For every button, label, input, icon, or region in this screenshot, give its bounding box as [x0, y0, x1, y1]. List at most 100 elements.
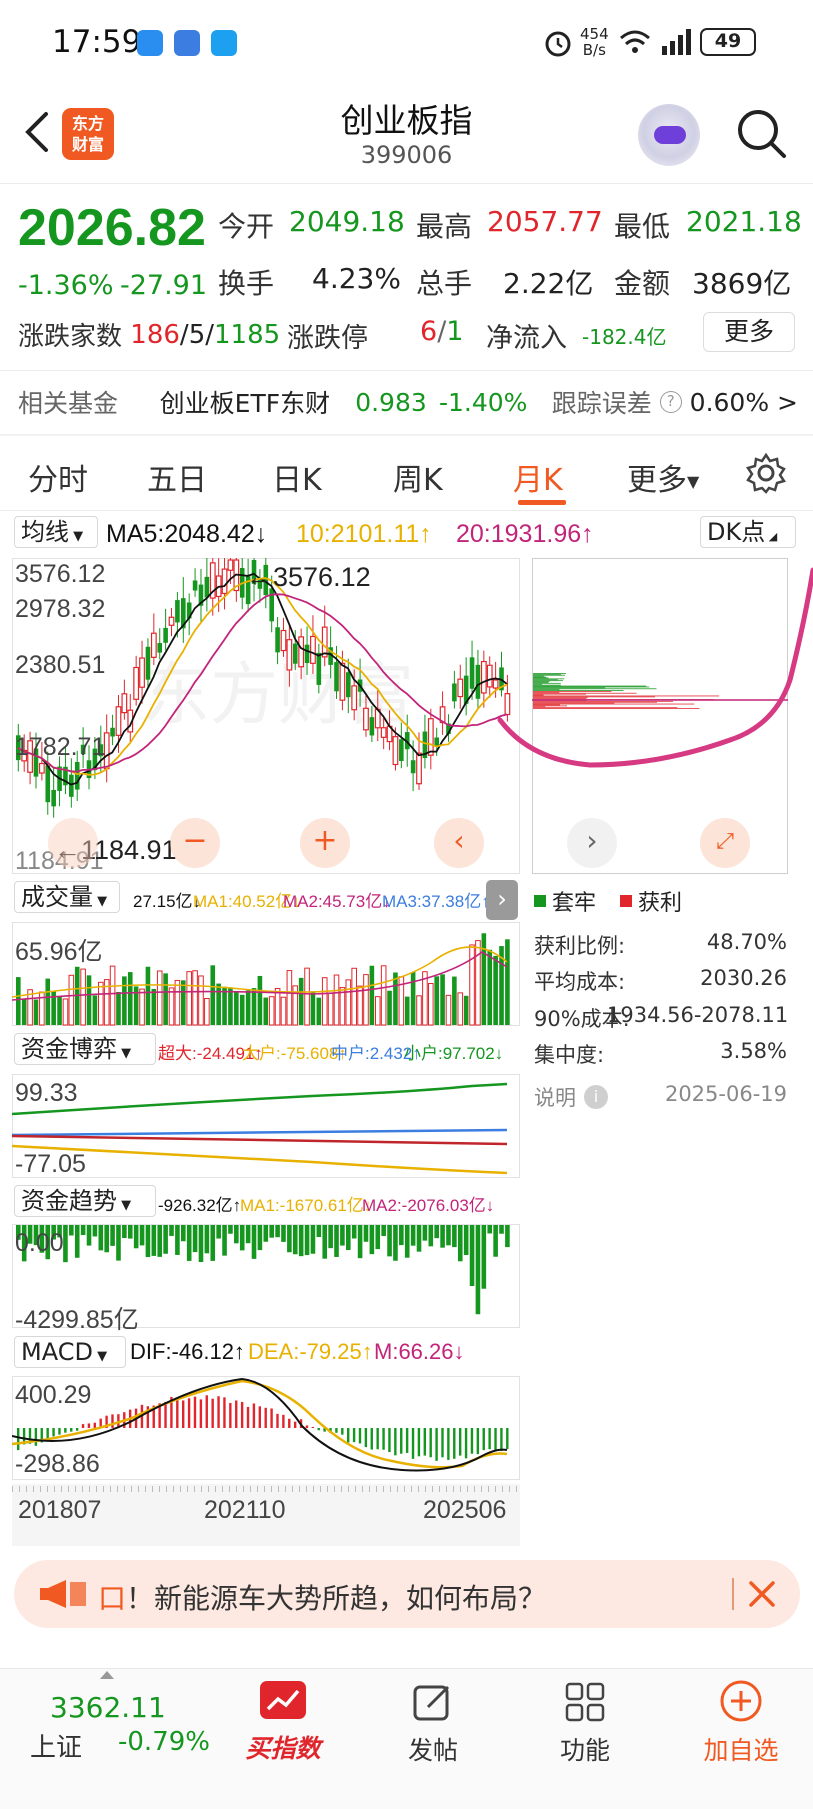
- trend-bar: [357, 1225, 363, 1259]
- alarm-icon: [545, 31, 571, 57]
- macd-bar: [217, 1396, 220, 1428]
- flat-count: 5: [188, 319, 206, 350]
- macd-bar: [199, 1399, 203, 1428]
- high-value: 2057.77: [487, 205, 603, 238]
- volume-bar: [457, 992, 464, 1026]
- search-icon[interactable]: [734, 106, 790, 162]
- volume-value: 2.22亿: [503, 267, 594, 300]
- candle: [292, 643, 298, 664]
- ma-selector[interactable]: 均线 ▼: [14, 516, 98, 548]
- trend-bar: [228, 1225, 233, 1234]
- dk-point-button[interactable]: DK点 ◢: [700, 516, 796, 548]
- trend-bar: [263, 1225, 269, 1242]
- macd-bar: [52, 1428, 55, 1437]
- trend-bar: [169, 1225, 174, 1236]
- plus-circle-icon: [720, 1680, 762, 1722]
- candle: [392, 736, 399, 766]
- volume-bar: [98, 981, 104, 1026]
- sh-index-price[interactable]: 3362.11: [50, 1691, 166, 1724]
- fund-label: 相关基金: [18, 389, 119, 418]
- fund-trend-selector[interactable]: 资金趋势 ▼: [14, 1185, 156, 1217]
- close-icon[interactable]: [748, 1580, 776, 1608]
- date-axis: 201807 202110 202506: [12, 1484, 520, 1546]
- volume-bar: [380, 965, 387, 1026]
- tab-daily-k[interactable]: 日K: [272, 455, 322, 499]
- candle: [321, 626, 328, 658]
- fund-game-selector[interactable]: 资金博弈 ▼: [14, 1033, 156, 1065]
- candle: [469, 657, 475, 689]
- macd-bar: [464, 1428, 468, 1459]
- volume-bar: [174, 979, 181, 1026]
- expand-icon[interactable]: ⤢: [700, 818, 750, 868]
- volume-bar: [487, 949, 493, 1025]
- trend-bar: [139, 1225, 145, 1246]
- trend-bar: [481, 1225, 487, 1289]
- zoom-in-button[interactable]: +: [300, 818, 350, 868]
- max-price-label: ←3576.12: [246, 562, 371, 592]
- trend-bar: [351, 1225, 357, 1239]
- volume-bar: [440, 974, 445, 1025]
- macd-bar: [435, 1428, 438, 1461]
- promo-banner[interactable]: 口！新能源车大势所趋，如何布局？: [14, 1560, 800, 1628]
- tab-five-day[interactable]: 五日: [147, 455, 207, 499]
- tab-weekly-k[interactable]: 周K: [393, 455, 443, 499]
- volume-bar: [116, 991, 121, 1025]
- sh-index-label[interactable]: 上证: [30, 1727, 82, 1764]
- tab-more[interactable]: 更多▼: [627, 455, 699, 499]
- macd-bar: [240, 1401, 244, 1428]
- macd-bar: [488, 1428, 491, 1450]
- macd-bar: [388, 1428, 391, 1453]
- volume-bar: [280, 996, 287, 1026]
- scroll-back-button[interactable]: [48, 818, 98, 868]
- macd-bar: [187, 1398, 191, 1428]
- volume-bar: [222, 986, 227, 1025]
- trend-current: -926.32亿↑: [158, 1196, 242, 1215]
- tracking-label: 跟踪误差: [551, 389, 652, 418]
- chip-next-button[interactable]: ›: [567, 818, 617, 868]
- date-start: 201807: [18, 1496, 102, 1524]
- net-speed: 454 B/s: [580, 25, 609, 59]
- zoom-out-button[interactable]: −: [170, 818, 220, 868]
- change-pct: -1.36%: [18, 270, 114, 301]
- gear-icon[interactable]: [745, 452, 787, 494]
- macd-bar: [411, 1428, 415, 1459]
- fund-trend-bottom: -4299.85亿: [15, 1306, 139, 1334]
- candle: [69, 774, 74, 797]
- expand-indicator-button[interactable]: ›: [486, 880, 518, 920]
- assistant-robot-icon[interactable]: [638, 104, 700, 166]
- macd-selector[interactable]: MACD ▼: [14, 1336, 126, 1368]
- macd-bar: [87, 1423, 91, 1428]
- trend-bar: [251, 1225, 257, 1259]
- volume-bar: [481, 933, 487, 1025]
- trend-bar: [340, 1225, 345, 1246]
- fund-small: 小户:97.702↓: [404, 1044, 504, 1063]
- volume-bar: [245, 990, 251, 1025]
- turnover-label: 换手: [218, 267, 275, 300]
- candle: [157, 643, 163, 653]
- candle: [139, 657, 145, 688]
- trend-bar: [298, 1225, 304, 1257]
- trend-bar: [446, 1225, 451, 1246]
- related-fund-row[interactable]: 相关基金 创业板ETF东财 0.983 -1.40% 跟踪误差 ? 0.60% …: [18, 385, 798, 419]
- trend-bar: [475, 1225, 481, 1315]
- scroll-left-button[interactable]: ‹: [434, 818, 484, 868]
- volume-bar: [345, 979, 352, 1026]
- candle: [399, 739, 404, 761]
- trend-bar: [499, 1225, 504, 1234]
- more-quote-button[interactable]: 更多: [703, 312, 795, 352]
- macd-bar: [423, 1428, 427, 1456]
- game-icon: [174, 30, 200, 56]
- candle: [192, 580, 198, 591]
- volume-bar: [163, 973, 168, 1025]
- trend-bar: [181, 1225, 186, 1242]
- volume-bar: [151, 988, 157, 1025]
- tab-intraday[interactable]: 分时: [28, 455, 88, 499]
- macd-bar: [293, 1421, 297, 1428]
- volume-selector[interactable]: 成交量 ▼: [14, 881, 120, 913]
- sh-index-change[interactable]: -0.79%: [118, 1727, 210, 1757]
- candle: [452, 683, 457, 702]
- candle: [51, 789, 56, 807]
- tab-monthly-k[interactable]: 月K: [513, 455, 563, 499]
- macd-bar: [447, 1428, 450, 1460]
- candle: [298, 636, 305, 668]
